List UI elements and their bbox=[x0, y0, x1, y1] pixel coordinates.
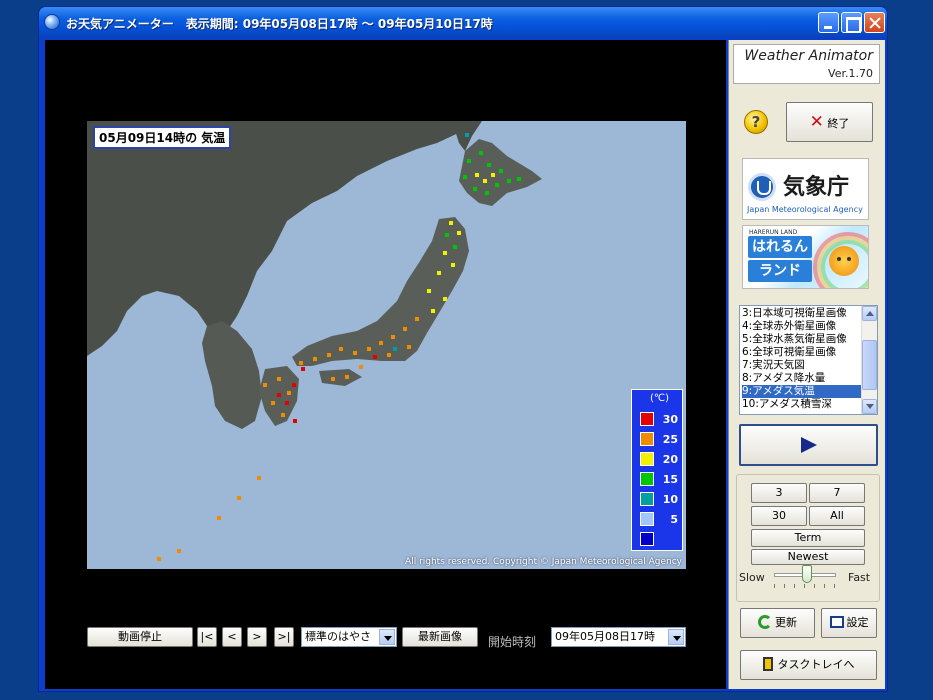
play-button[interactable] bbox=[739, 424, 878, 466]
legend-label: 15 bbox=[662, 473, 678, 486]
list-item[interactable]: 6:全球可視衛星画像 bbox=[742, 346, 863, 359]
animation-viewer: 05月09日14時の 気温 (℃) 30 25 20 15 10 5 All r… bbox=[45, 40, 726, 689]
legend-item: 10 bbox=[640, 492, 680, 507]
control-panel: Weather Animator Ver.1.70 ? ✕ 終了 気象庁 Jap… bbox=[728, 40, 885, 689]
chevron-down-icon[interactable] bbox=[379, 629, 395, 645]
map-title: 05月09日14時の 気温 bbox=[93, 126, 232, 149]
prev-frame-button[interactable]: < bbox=[222, 627, 242, 647]
jma-logo-icon bbox=[748, 173, 776, 201]
legend-unit: (℃) bbox=[650, 393, 670, 404]
legend-item: 30 bbox=[640, 412, 680, 427]
scroll-down-icon[interactable] bbox=[862, 399, 877, 414]
title-bar[interactable]: お天気アニメーター 表示期間: 09年05月08日17時 ～ 09年05月10日… bbox=[39, 7, 887, 37]
list-item[interactable]: 4:全球赤外衛星画像 bbox=[742, 320, 863, 333]
legend-label: 25 bbox=[662, 433, 678, 446]
legend-swatch bbox=[640, 432, 654, 446]
legend-label: 5 bbox=[670, 513, 678, 526]
exit-label: 終了 bbox=[827, 117, 850, 130]
minimize-button[interactable] bbox=[818, 12, 839, 33]
update-label: 更新 bbox=[775, 616, 797, 629]
range-all-button[interactable]: All bbox=[809, 506, 865, 526]
list-item[interactable]: 5:全球水蒸気衛星画像 bbox=[742, 333, 863, 346]
maximize-button[interactable] bbox=[841, 12, 862, 33]
task-tray-label: タスクトレイへ bbox=[777, 658, 855, 671]
legend-swatch bbox=[640, 492, 654, 506]
legend-label: 10 bbox=[662, 493, 678, 506]
app-window: お天気アニメーター 表示期間: 09年05月08日17時 ～ 09年05月10日… bbox=[38, 6, 888, 692]
fast-label: Fast bbox=[848, 571, 871, 584]
speed-select-value: 標準のはやさ bbox=[305, 630, 371, 643]
product-list[interactable]: 3:日本域可視衛星画像 4:全球赤外衛星画像 5:全球水蒸気衛星画像 6:全球可… bbox=[739, 305, 878, 415]
range-7-button[interactable]: 7 bbox=[809, 483, 865, 503]
exit-button[interactable]: ✕ 終了 bbox=[786, 102, 873, 142]
slow-label: Slow bbox=[739, 571, 765, 584]
japan-map-graphic bbox=[87, 121, 542, 561]
range-3-button[interactable]: 3 bbox=[751, 483, 807, 503]
list-scrollbar[interactable] bbox=[861, 306, 877, 414]
legend-swatch bbox=[640, 412, 654, 426]
list-item[interactable]: 3:日本域可視衛星画像 bbox=[742, 307, 863, 320]
sun-mascot-icon bbox=[829, 246, 859, 276]
chevron-down-icon[interactable] bbox=[668, 629, 684, 645]
start-time-select[interactable]: 09年05月08日17時 bbox=[551, 627, 686, 647]
legend-label: 20 bbox=[662, 453, 678, 466]
copyright-text: All rights reserved. Copyright © Japan M… bbox=[405, 557, 682, 567]
speed-slider-ticks bbox=[774, 584, 836, 588]
range-30-button[interactable]: 30 bbox=[751, 506, 807, 526]
settings-button[interactable]: 設定 bbox=[821, 608, 877, 638]
start-time-label: 開始時刻 bbox=[488, 635, 537, 649]
legend-item: 25 bbox=[640, 432, 680, 447]
list-item[interactable]: 7:実況天気図 bbox=[742, 359, 863, 372]
speed-select[interactable]: 標準のはやさ bbox=[301, 627, 397, 647]
stop-animation-button[interactable]: 動画停止 bbox=[87, 627, 193, 647]
settings-window-icon bbox=[829, 616, 844, 628]
list-item[interactable]: 10:アメダス積雪深 bbox=[742, 398, 863, 411]
close-x-icon: ✕ bbox=[809, 112, 824, 132]
legend-item: 15 bbox=[640, 472, 680, 487]
jma-english-name: Japan Meteorological Agency bbox=[747, 205, 863, 214]
window-title: お天気アニメーター 表示期間: 09年05月08日17時 ～ 09年05月10日… bbox=[66, 17, 493, 31]
scroll-thumb[interactable] bbox=[862, 340, 877, 390]
legend-swatch bbox=[640, 472, 654, 486]
weather-map: 05月09日14時の 気温 (℃) 30 25 20 15 10 5 All r… bbox=[87, 121, 686, 569]
legend-item bbox=[640, 532, 680, 547]
hare-line-1: はれるん bbox=[748, 236, 812, 258]
hareruland-banner[interactable]: HARERUN LAND はれるん ランド bbox=[742, 225, 869, 289]
start-time-value: 09年05月08日17時 bbox=[555, 630, 655, 643]
jma-name: 気象庁 bbox=[783, 175, 850, 200]
update-button[interactable]: 更新 bbox=[740, 608, 815, 638]
latest-image-button[interactable]: 最新画像 bbox=[402, 627, 478, 647]
first-frame-button[interactable]: |< bbox=[197, 627, 217, 647]
list-item[interactable]: 8:アメダス降水量 bbox=[742, 372, 863, 385]
scroll-up-icon[interactable] bbox=[862, 306, 877, 321]
task-tray-button[interactable]: タスクトレイへ bbox=[740, 650, 877, 680]
legend-swatch bbox=[640, 452, 654, 466]
app-globe-icon[interactable] bbox=[44, 14, 60, 30]
settings-label: 設定 bbox=[846, 616, 869, 629]
help-icon[interactable]: ? bbox=[744, 110, 768, 134]
door-exit-icon bbox=[762, 657, 773, 671]
jma-banner[interactable]: 気象庁 Japan Meteorological Agency bbox=[742, 158, 869, 220]
legend-swatch bbox=[640, 532, 654, 546]
newest-button[interactable]: Newest bbox=[751, 549, 865, 565]
app-name: Weather Animator bbox=[744, 48, 873, 64]
speed-slider-thumb[interactable] bbox=[802, 565, 812, 583]
app-brand: Weather Animator Ver.1.70 bbox=[733, 44, 880, 84]
app-version: Ver.1.70 bbox=[828, 67, 873, 80]
hare-top-text: HARERUN LAND bbox=[749, 229, 798, 236]
legend-swatch bbox=[640, 512, 654, 526]
term-button[interactable]: Term bbox=[751, 529, 865, 547]
last-frame-button[interactable]: >| bbox=[274, 627, 294, 647]
hare-line-2: ランド bbox=[748, 260, 812, 282]
close-button[interactable] bbox=[864, 12, 885, 33]
legend-item: 5 bbox=[640, 512, 680, 527]
list-item-selected[interactable]: 9:アメダス気温 bbox=[742, 385, 863, 398]
temperature-legend: (℃) 30 25 20 15 10 5 bbox=[631, 389, 683, 551]
legend-item: 20 bbox=[640, 452, 680, 467]
refresh-icon bbox=[758, 615, 772, 629]
legend-label: 30 bbox=[662, 413, 678, 426]
next-frame-button[interactable]: > bbox=[247, 627, 267, 647]
